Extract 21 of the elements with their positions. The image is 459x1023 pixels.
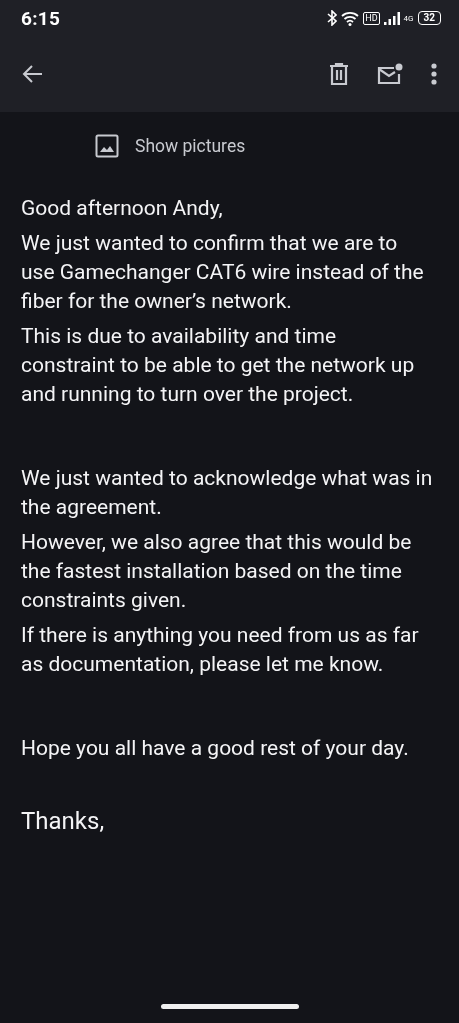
battery-level: 32 xyxy=(417,11,441,25)
clock-time: 6:15 xyxy=(21,6,61,30)
message-paragraph: If there is anything you need from us as far as documentation, please let me know. xyxy=(21,622,420,678)
message-paragraph: We just wanted to confirm that we are to use Gamechanger CAT6 wire instead of the fiber for the owner’s network. xyxy=(21,230,425,315)
show-pictures-button[interactable]: Show pictures xyxy=(95,134,246,158)
message-paragraph: We just wanted to acknowledge what was in the agreement. xyxy=(21,465,434,521)
more-icon xyxy=(431,63,437,85)
message-paragraph: This is due to availability and time constraint to be able to get the network up and running to turn over the project. xyxy=(21,323,416,408)
message-paragraph: Hope you all have a good rest of your day. xyxy=(21,735,410,762)
message-paragraph: Good afternoon Andy, xyxy=(21,195,224,222)
sign-off: Thanks, xyxy=(21,807,106,836)
wifi-icon xyxy=(341,10,360,26)
back-arrow-icon xyxy=(22,63,44,85)
image-icon xyxy=(95,134,119,158)
network-type: 4G xyxy=(403,14,414,23)
mail-dot-icon xyxy=(377,63,403,85)
message-paragraph: However, we also agree that this would be the fastest installation based on the time constraints given. xyxy=(21,529,413,614)
trash-icon xyxy=(329,62,349,86)
bluetooth-icon xyxy=(327,10,338,26)
hd-badge: HD xyxy=(363,11,380,25)
signal-icon xyxy=(383,11,400,25)
